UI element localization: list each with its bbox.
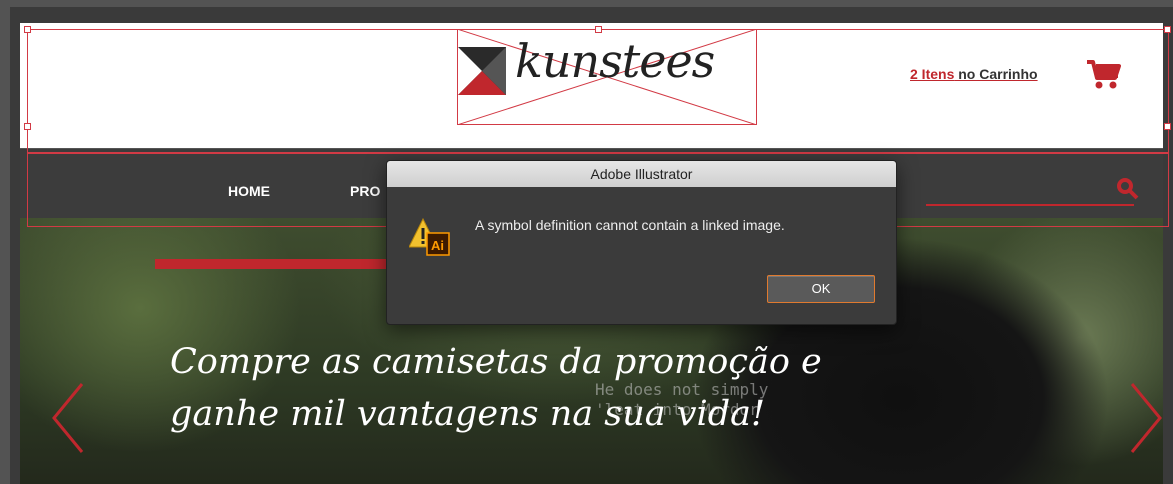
- selection-handle[interactable]: [24, 26, 31, 33]
- dialog-message: A symbol definition cannot contain a lin…: [475, 217, 785, 233]
- selection-handle[interactable]: [1164, 123, 1171, 130]
- cart-count: 2 Itens: [910, 66, 955, 82]
- ok-button[interactable]: OK: [767, 275, 875, 303]
- chevron-left-icon[interactable]: [48, 378, 88, 458]
- hero-headline-line: ganhe mil vantagens na sua vida!: [170, 394, 766, 434]
- cart-label: no Carrinho: [954, 66, 1038, 82]
- selection-handle[interactable]: [595, 26, 602, 33]
- logo-mark-icon: [458, 47, 506, 95]
- svg-text:Ai: Ai: [431, 238, 444, 253]
- cart-link[interactable]: 2 Itens no Carrinho: [910, 66, 1038, 82]
- search-icon[interactable]: [1116, 177, 1140, 201]
- warning-illustrator-icon: Ai: [409, 217, 450, 256]
- alert-dialog: Adobe Illustrator Ai A symbol definition…: [386, 160, 897, 325]
- hero-cta-button[interactable]: [155, 259, 410, 269]
- search-underline: [926, 204, 1134, 206]
- nav-item-produtos[interactable]: PRO: [350, 183, 380, 199]
- cart-icon[interactable]: [1085, 58, 1121, 90]
- hero-headline: Compre as camisetas da promoção e ganhe …: [170, 336, 822, 440]
- nav-item-home[interactable]: HOME: [228, 183, 270, 199]
- dialog-title: Adobe Illustrator: [387, 161, 896, 187]
- chevron-right-icon[interactable]: [1126, 378, 1166, 458]
- selection-handle[interactable]: [24, 123, 31, 130]
- logo-wordmark: kunstees: [515, 34, 715, 88]
- selection-handle[interactable]: [1164, 26, 1171, 33]
- hero-headline-line: Compre as camisetas da promoção e: [170, 342, 822, 382]
